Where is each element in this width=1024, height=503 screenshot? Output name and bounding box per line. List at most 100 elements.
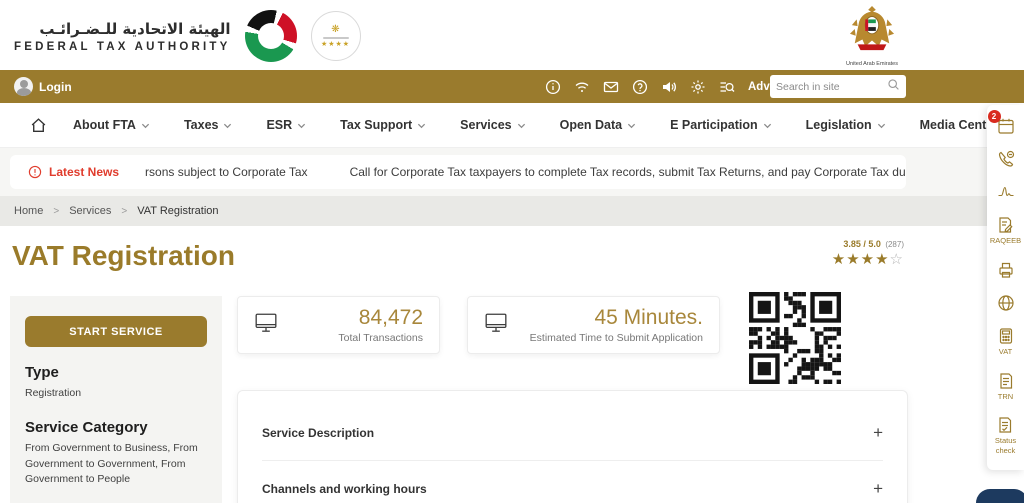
fta-arabic-name: الهيئة الاتحادية للـضـرائـب [14, 20, 231, 38]
stat-value: 45 Minutes. [508, 306, 703, 330]
nav-item-tax-support[interactable]: Tax Support [340, 118, 426, 132]
chevron-down-icon [141, 121, 150, 130]
raqeeb-button[interactable]: RAQEEB [990, 216, 1021, 246]
type-value: Registration [25, 386, 207, 402]
accordion-service-description[interactable]: Service Description + [262, 405, 883, 461]
monitor-icon [484, 311, 508, 340]
badge-text-line [323, 37, 349, 39]
page: الهيئة الاتحادية للـضـرائـب FEDERAL TAX … [0, 0, 1024, 503]
printer-icon [997, 261, 1015, 279]
news-ticker: Latest News rsons subject to Corporate T… [10, 155, 906, 189]
nav-item-taxes[interactable]: Taxes [184, 118, 233, 132]
happiness-calendar-button[interactable]: 2 [997, 117, 1015, 135]
side-toolbar: 2 RAQEEB VAT TRN Statuscheck [987, 105, 1024, 470]
breadcrumb-home[interactable]: Home [14, 205, 43, 217]
fta-logo[interactable]: الهيئة الاتحادية للـضـرائـب FEDERAL TAX … [14, 10, 361, 62]
breadcrumb-services[interactable]: Services [69, 205, 111, 217]
stat-label: Estimated Time to Submit Application [508, 332, 703, 344]
chevron-down-icon [297, 121, 306, 130]
category-heading: Service Category [25, 419, 207, 436]
contact-us-button[interactable] [997, 150, 1015, 168]
accessibility-wifi-icon[interactable] [574, 79, 590, 95]
chevron-down-icon [517, 121, 526, 130]
notification-badge: 2 [988, 110, 1001, 123]
breadcrumb-separator: > [121, 206, 127, 217]
nav-item-about-fta[interactable]: About FTA [73, 118, 150, 132]
service-accordion: Service Description + Channels and worki… [237, 390, 908, 503]
signature-button[interactable] [997, 183, 1015, 201]
four-star-badge: ❋ ★★★★ [311, 11, 361, 61]
globe-icon [997, 294, 1015, 312]
badge-stars: ★★★★ [321, 41, 350, 48]
nav-item-services[interactable]: Services [460, 118, 525, 132]
uae-emblem[interactable]: United Arab Emirates [845, 4, 899, 67]
stat-label: Total Transactions [278, 332, 423, 344]
start-service-button[interactable]: START SERVICE [25, 316, 207, 347]
qr-code [749, 292, 841, 384]
fta-brandmark-icon [245, 10, 297, 62]
chat-widget-button[interactable] [976, 489, 1024, 503]
search-magnifier-icon[interactable] [887, 78, 900, 96]
chevron-down-icon [223, 121, 232, 130]
trn-check-button[interactable]: TRN [997, 372, 1015, 402]
stat-value: 84,472 [278, 306, 423, 330]
login-button[interactable]: Login [14, 77, 72, 96]
accordion-channels-hours[interactable]: Channels and working hours + [262, 461, 883, 503]
monitor-icon [254, 311, 278, 340]
rating-count: (287) [885, 240, 904, 249]
alert-icon [28, 165, 42, 179]
signature-icon [997, 183, 1015, 201]
user-avatar-icon [14, 77, 33, 96]
expand-plus-icon[interactable]: + [873, 423, 883, 443]
type-heading: Type [25, 364, 207, 381]
nav-item-open-data[interactable]: Open Data [560, 118, 637, 132]
service-info-panel: START SERVICE Type Registration Service … [10, 296, 222, 503]
home-icon[interactable] [30, 117, 47, 134]
breadcrumb-current: VAT Registration [137, 205, 218, 217]
advanced-search-icon[interactable] [719, 79, 735, 95]
main-nav: About FTA Taxes ESR Tax Support Services… [0, 103, 1024, 148]
vat-calculator-button[interactable]: VAT [997, 327, 1015, 357]
nav-item-legislation[interactable]: Legislation [806, 118, 886, 132]
document-status-icon [996, 416, 1014, 434]
service-rating: 3.85 / 5.0 (287) ★★★★☆ [744, 234, 904, 269]
settings-gear-icon[interactable] [690, 79, 706, 95]
uae-emblem-caption: United Arab Emirates [845, 61, 899, 67]
chevron-down-icon [627, 121, 636, 130]
ticker-item: rsons subject to Corporate Tax [145, 165, 308, 179]
fta-english-name: FEDERAL TAX AUTHORITY [14, 41, 231, 53]
uae-falcon-icon [849, 4, 895, 54]
nav-item-e-participation[interactable]: E Participation [670, 118, 772, 132]
calculator-icon [997, 327, 1015, 345]
language-globe-button[interactable] [997, 294, 1015, 312]
document-edit-icon [996, 216, 1014, 234]
expand-plus-icon[interactable]: + [873, 479, 883, 499]
breadcrumb: Home > Services > VAT Registration [0, 196, 1024, 226]
nav-item-esr[interactable]: ESR [266, 118, 306, 132]
ticker-items: rsons subject to Corporate Tax Call for … [145, 165, 906, 179]
category-value: From Government to Business, From Govern… [25, 441, 207, 488]
mail-icon[interactable] [603, 79, 619, 95]
page-title: VAT Registration [12, 240, 235, 272]
help-icon[interactable] [632, 79, 648, 95]
login-label: Login [39, 80, 72, 94]
search-input[interactable] [776, 81, 883, 93]
title-row: VAT Registration 3.85 / 5.0 (287) ★★★★☆ [0, 226, 1024, 290]
rating-stars[interactable]: ★★★★☆ [744, 252, 904, 269]
breadcrumb-separator: > [53, 206, 59, 217]
fta-logo-text: الهيئة الاتحادية للـضـرائـب FEDERAL TAX … [14, 20, 231, 53]
print-button[interactable] [997, 261, 1015, 279]
phone-contact-icon [997, 150, 1015, 168]
text-to-speech-icon[interactable] [661, 79, 677, 95]
stat-card-time: 45 Minutes. Estimated Time to Submit App… [467, 296, 720, 354]
badge-flake-icon: ❋ [331, 25, 339, 35]
ticker-item: Call for Corporate Tax taxpayers to comp… [350, 165, 906, 179]
main-content: START SERVICE Type Registration Service … [0, 290, 1024, 503]
utility-bar: Login Advanced Search [0, 70, 1024, 103]
chevron-down-icon [763, 121, 772, 130]
info-icon[interactable] [545, 79, 561, 95]
latest-news-label: Latest News [28, 165, 119, 179]
stat-card-transactions: 84,472 Total Transactions [237, 296, 440, 354]
chevron-down-icon [877, 121, 886, 130]
status-check-button[interactable]: Statuscheck [995, 416, 1016, 456]
